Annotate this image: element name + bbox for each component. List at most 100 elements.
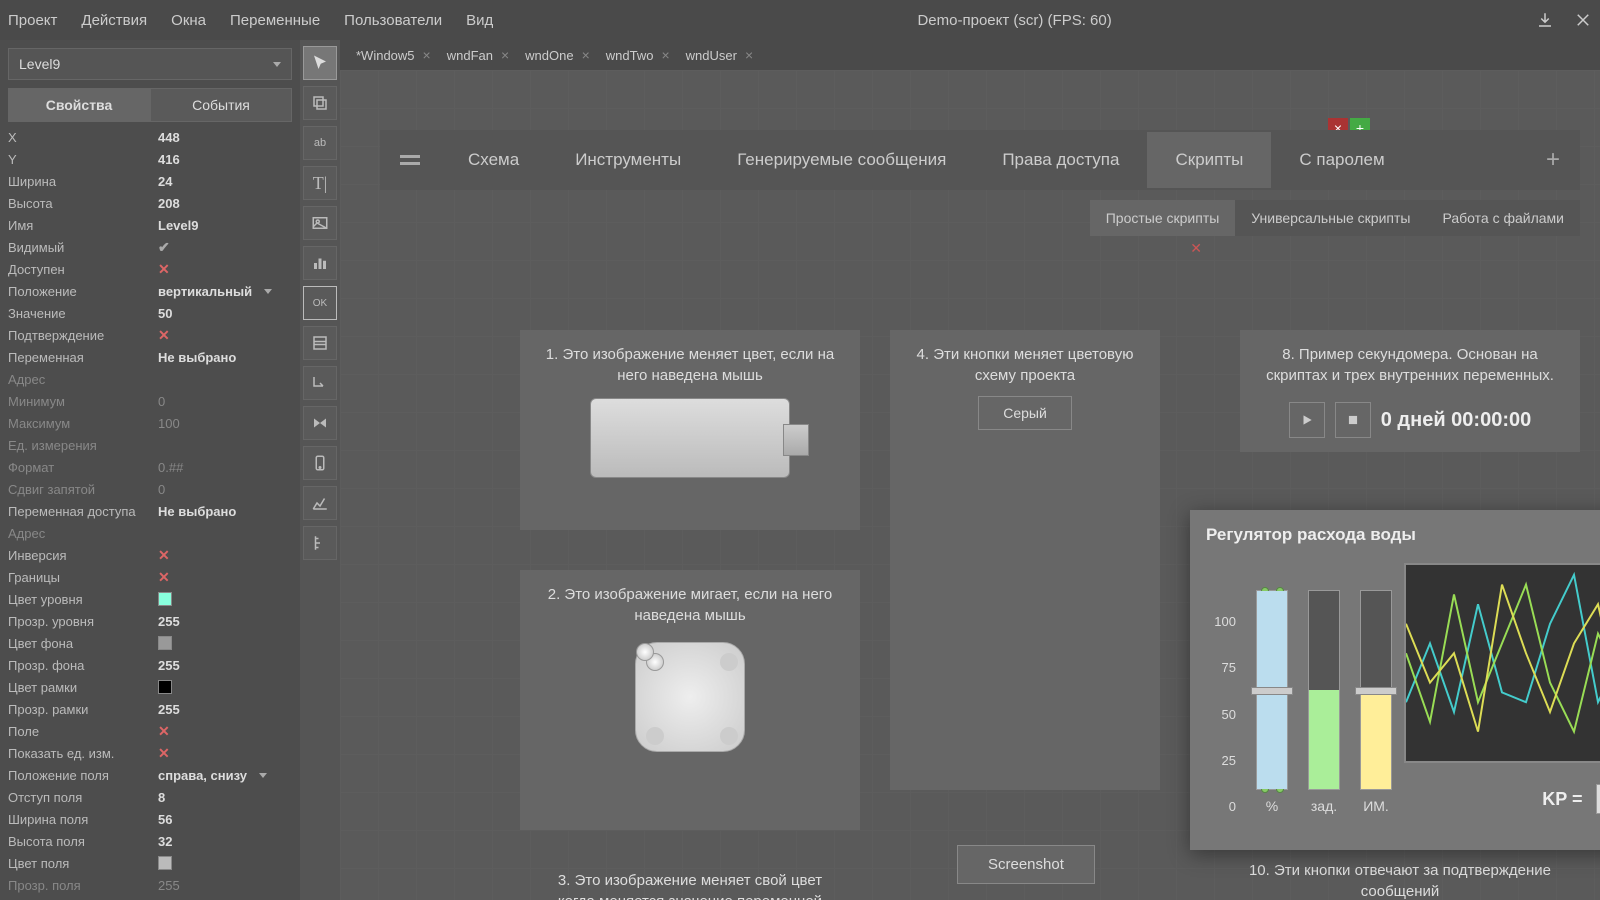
tab-events[interactable]: События [150, 88, 292, 122]
tool-button[interactable]: OK [303, 286, 337, 320]
file-tab-wndfan[interactable]: wndFan× [439, 43, 517, 67]
tool-text[interactable]: T| [303, 166, 337, 200]
menu-variables[interactable]: Переменные [230, 12, 320, 29]
prop-value[interactable]: 448 [158, 130, 292, 145]
prop-row[interactable]: Адрес [8, 522, 292, 544]
prop-row[interactable]: Адрес [8, 368, 292, 390]
prop-value[interactable]: Не выбрано [158, 350, 292, 365]
prop-row[interactable]: Инверсия✕ [8, 544, 292, 566]
tool-barchart[interactable] [303, 246, 337, 280]
prop-value[interactable] [158, 592, 292, 606]
file-tab-window5[interactable]: *Window5× [348, 43, 439, 67]
prop-value[interactable]: 255 [158, 614, 292, 629]
prop-row[interactable]: Положениевертикальный [8, 280, 292, 302]
designer-tab[interactable]: Схема [440, 132, 547, 188]
tool-linechart[interactable] [303, 486, 337, 520]
prop-value[interactable]: справа, снизу [158, 768, 292, 783]
prop-value[interactable]: 8 [158, 790, 292, 805]
gauge-set[interactable] [1308, 590, 1340, 790]
prop-value[interactable]: 24 [158, 174, 292, 189]
prop-row[interactable]: Ед. измерения [8, 434, 292, 456]
motor-image[interactable] [590, 398, 790, 478]
prop-value[interactable]: 56 [158, 812, 292, 827]
prop-row[interactable]: Формат0.## [8, 456, 292, 478]
screenshot-button[interactable]: Screenshot [957, 845, 1095, 884]
close-icon[interactable]: × [745, 47, 753, 63]
gauge-im[interactable] [1360, 590, 1392, 790]
subtab-simple[interactable]: Простые скрипты [1090, 200, 1236, 236]
prop-value[interactable]: Не выбрано [158, 504, 292, 519]
menu-view[interactable]: Вид [466, 12, 493, 29]
menu-project[interactable]: Проект [8, 12, 57, 29]
tool-image[interactable] [303, 206, 337, 240]
file-tab-wndtwo[interactable]: wndTwo× [598, 43, 678, 67]
prop-row[interactable]: Цвет уровня [8, 588, 292, 610]
prop-value[interactable]: 32 [158, 834, 292, 849]
prop-value[interactable]: 50 [158, 306, 292, 321]
prop-row[interactable]: Прозр. рамки255 [8, 698, 292, 720]
prop-row[interactable]: Значение50 [8, 302, 292, 324]
theme-grey-button[interactable]: Серый [978, 396, 1072, 430]
menu-actions[interactable]: Действия [81, 12, 147, 29]
prop-value[interactable]: Level9 [158, 218, 292, 233]
prop-value[interactable]: ✕ [158, 261, 292, 278]
device-image[interactable] [635, 642, 745, 752]
tool-bowtie[interactable] [303, 406, 337, 440]
tab-properties[interactable]: Свойства [8, 88, 150, 122]
tool-copy[interactable] [303, 86, 337, 120]
prop-row[interactable]: ПеременнаяНе выбрано [8, 346, 292, 368]
prop-row[interactable]: Сдвиг запятой0 [8, 478, 292, 500]
prop-value[interactable]: 255 [158, 658, 292, 673]
prop-value[interactable] [158, 856, 292, 870]
tool-pointer[interactable] [303, 46, 337, 80]
gauge-percent[interactable] [1256, 590, 1288, 790]
close-icon[interactable] [1574, 11, 1592, 29]
kp-input[interactable] [1596, 784, 1600, 814]
prop-value[interactable]: ✔ [158, 239, 292, 256]
designer-tab[interactable]: Генерируемые сообщения [709, 132, 974, 188]
tool-polyline[interactable] [303, 366, 337, 400]
prop-row[interactable]: Высота поля32 [8, 830, 292, 852]
prop-row[interactable]: ИмяLevel9 [8, 214, 292, 236]
prop-row[interactable]: Цвет рамки [8, 676, 292, 698]
file-tab-wndone[interactable]: wndOne× [517, 43, 598, 67]
play-button[interactable] [1289, 402, 1325, 438]
prop-row[interactable]: Показать ед. изм.✕ [8, 742, 292, 764]
element-selector[interactable]: Level9 [8, 48, 292, 80]
prop-value[interactable]: ✕ [158, 547, 292, 564]
hamburger-button[interactable] [380, 155, 440, 165]
add-designer-tab-button[interactable]: + [1526, 146, 1580, 174]
prop-value[interactable]: ✕ [158, 745, 292, 762]
prop-row[interactable]: Y416 [8, 148, 292, 170]
prop-row[interactable]: Переменная доступаНе выбрано [8, 500, 292, 522]
prop-row[interactable]: Видимый✔ [8, 236, 292, 258]
subtab-files[interactable]: Работа с файлами [1426, 200, 1580, 236]
prop-value[interactable]: 0 [158, 482, 292, 497]
prop-row[interactable]: Отступ поля8 [8, 786, 292, 808]
designer-tab[interactable]: Скрипты [1147, 132, 1271, 188]
prop-value[interactable]: 416 [158, 152, 292, 167]
prop-row[interactable]: X448 [8, 126, 292, 148]
prop-value[interactable] [158, 636, 292, 650]
prop-row[interactable]: Прозр. поля255 [8, 874, 292, 896]
download-icon[interactable] [1536, 11, 1554, 29]
menu-users[interactable]: Пользователи [344, 12, 442, 29]
prop-value[interactable] [158, 680, 292, 694]
stop-button[interactable] [1335, 402, 1371, 438]
tool-label[interactable]: ab [303, 126, 337, 160]
prop-value[interactable]: вертикальный [158, 284, 292, 299]
designer-tab[interactable]: Права доступа [974, 132, 1147, 188]
prop-value[interactable]: 208 [158, 196, 292, 211]
prop-value[interactable]: 0 [158, 394, 292, 409]
prop-row[interactable]: Поле✕ [8, 720, 292, 742]
close-icon[interactable]: × [582, 47, 590, 63]
prop-row[interactable]: Прозр. фона255 [8, 654, 292, 676]
prop-value[interactable]: 100 [158, 416, 292, 431]
subtab-universal[interactable]: Универсальные скрипты [1235, 200, 1426, 236]
prop-row[interactable]: Высота208 [8, 192, 292, 214]
prop-row[interactable]: Положение полясправа, снизу [8, 764, 292, 786]
prop-row[interactable]: Ширина поля56 [8, 808, 292, 830]
prop-row[interactable]: Минимум0 [8, 390, 292, 412]
designer-tab[interactable]: С паролем [1271, 132, 1412, 188]
menu-windows[interactable]: Окна [171, 12, 206, 29]
